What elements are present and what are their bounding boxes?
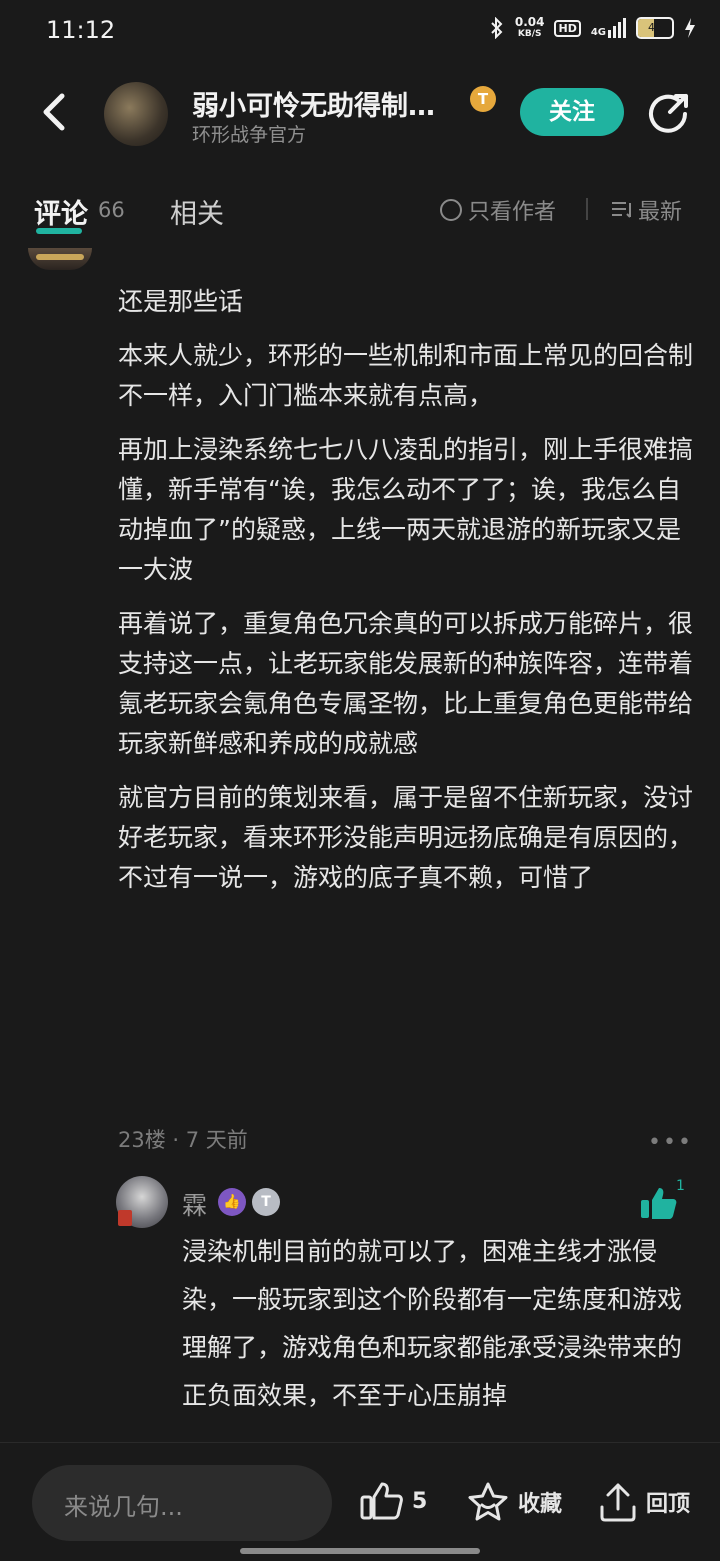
comment-floor-time: 23楼 · 7 天前 (118, 1128, 248, 1152)
commenter-avatar[interactable] (28, 248, 92, 270)
t-badge: T (252, 1188, 280, 1216)
signal-icon: 4G (591, 18, 626, 38)
favorite-button[interactable]: 收藏 (466, 1481, 562, 1523)
comment-paragraph: 还是那些话 (118, 287, 244, 316)
sort-button[interactable]: 最新 (610, 194, 682, 226)
hd-badge: HD (554, 19, 581, 37)
radio-icon (440, 199, 462, 221)
official-badge: T (470, 86, 496, 112)
comment-tabs: 评论 66 相关 只看作者 最新 (0, 180, 720, 240)
tab-related[interactable]: 相关 (170, 192, 224, 231)
author-name[interactable]: 环形战争官方 (192, 120, 306, 147)
avatar-decoration (118, 1210, 132, 1226)
back-to-top-label: 回顶 (646, 1492, 691, 1517)
follow-button[interactable]: 关注 (520, 88, 624, 136)
thumbs-up-icon[interactable] (640, 1186, 678, 1220)
home-indicator[interactable] (240, 1548, 480, 1554)
sort-icon (612, 202, 631, 218)
comment-paragraph: 就官方目前的策划来看，属于是留不住新玩家，没讨好老玩家，看来环形没能声明远扬底确… (118, 783, 694, 892)
bottom-action-bar: 来说几句... 5 收藏 回顶 (0, 1442, 720, 1561)
reply-like-count: 1 (676, 1178, 685, 1194)
comment-paragraph: 再着说了，重复角色冗余真的可以拆成万能碎片，很支持这一点，让老玩家能发展新的种族… (118, 609, 694, 758)
charging-icon (685, 18, 695, 38)
favorite-label: 收藏 (518, 1492, 563, 1517)
active-tab-indicator (36, 228, 82, 234)
signal-label: 4G (590, 27, 606, 38)
upload-icon (600, 1483, 636, 1522)
status-icons: 0.04 KB/S HD 4G 46 (489, 16, 696, 40)
back-to-top-button[interactable]: 回顶 (598, 1481, 690, 1523)
tab-divider (586, 198, 588, 220)
reply-avatar[interactable] (116, 1176, 168, 1228)
author-avatar[interactable] (104, 82, 168, 146)
only-author-toggle[interactable]: 只看作者 (440, 194, 556, 226)
sort-label: 最新 (638, 200, 683, 225)
reply-text: 浸染机制目前的就可以了，困难主线才涨侵染，一般玩家到这个阶段都有一定练度和游戏理… (182, 1237, 682, 1410)
level-badge: 👍 (218, 1188, 246, 1216)
net-speed-value: 0.04 (514, 15, 545, 29)
post-header: 弱小可怜无助得制… T 环形战争官方 关注 (0, 64, 720, 160)
back-icon[interactable] (36, 90, 76, 134)
thumbs-up-icon (360, 1482, 403, 1520)
battery-icon: 46 (636, 17, 674, 39)
tab-comments-label: 评论 (34, 199, 88, 230)
comment-paragraph: 本来人就少，环形的一些机制和市面上常见的回合制不一样，入门门槛本来就有点高， (118, 341, 694, 410)
battery-level: 46 (648, 21, 662, 34)
tab-comments[interactable]: 评论 (34, 192, 88, 234)
comment-paragraph: 再加上浸染系统七七八八凌乱的指引，刚上手很难搞懂，新手常有“诶，我怎么动不了了；… (118, 435, 694, 584)
comment-count: 66 (98, 198, 125, 222)
status-bar: 11:12 0.04 KB/S HD 4G 46 (0, 0, 720, 64)
comment-input[interactable]: 来说几句... (32, 1465, 332, 1541)
only-author-label: 只看作者 (468, 200, 557, 225)
reply-username[interactable]: 霖 (182, 1186, 207, 1222)
status-time: 11:12 (46, 16, 116, 44)
post-title: 弱小可怜无助得制… (192, 91, 435, 122)
star-icon (468, 1482, 508, 1521)
comment-input-placeholder: 来说几句... (64, 1493, 183, 1521)
comment-body: 还是那些话 本来人就少，环形的一些机制和市面上常见的回合制不一样，入门门槛本来就… (118, 282, 698, 912)
share-icon[interactable] (648, 92, 690, 134)
bluetooth-icon (491, 17, 503, 39)
like-count: 5 (412, 1488, 428, 1514)
net-speed: 0.04 KB/S (515, 16, 545, 40)
like-button[interactable]: 5 (360, 1481, 427, 1521)
net-speed-unit: KB/S (517, 29, 542, 39)
more-options-icon[interactable]: ••• (648, 1130, 693, 1155)
